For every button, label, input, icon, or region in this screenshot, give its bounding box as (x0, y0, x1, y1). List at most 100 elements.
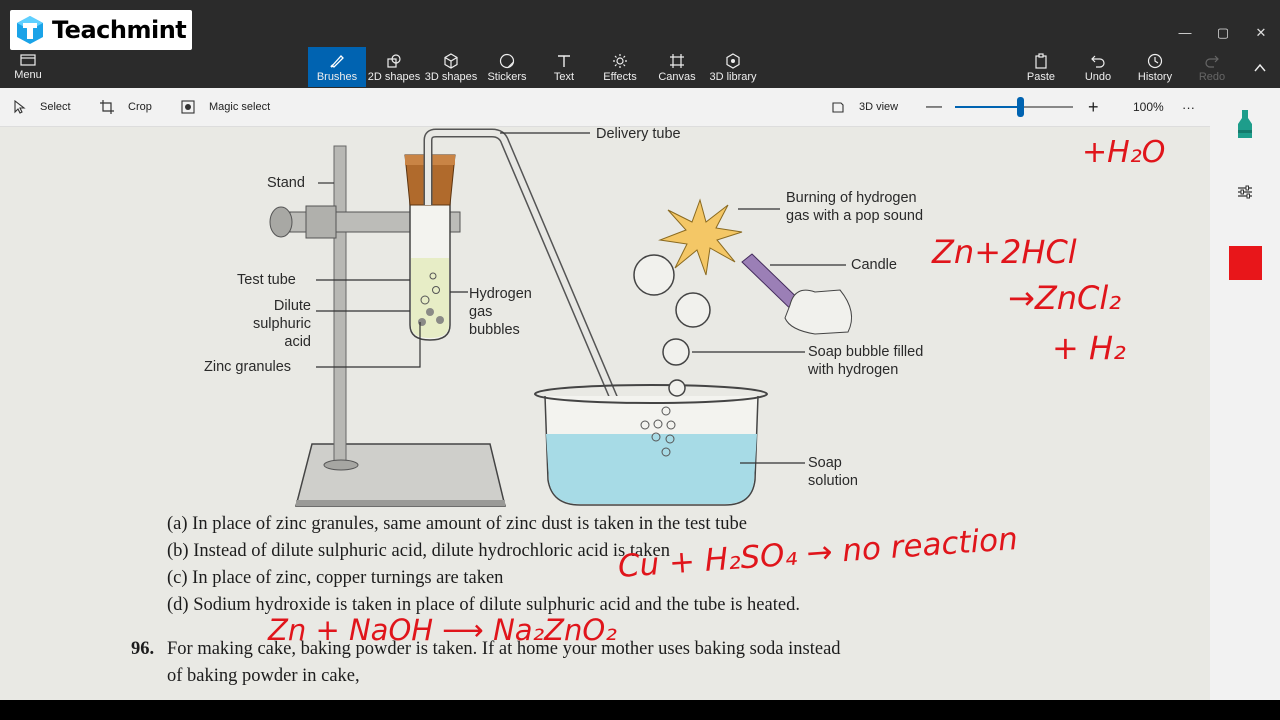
brush-icon (330, 55, 344, 68)
undo-label: Undo (1084, 71, 1112, 83)
label-line: solution (808, 473, 858, 489)
history-button[interactable]: History (1126, 47, 1184, 87)
minimize-button[interactable]: — (1170, 22, 1200, 44)
label-soap-solution: Soap solution (808, 454, 858, 490)
label-line: Soap (808, 455, 842, 471)
label-line: bubbles (469, 322, 520, 338)
bottom-bar (0, 700, 1280, 720)
redo-icon (1205, 55, 1219, 68)
tool-3d-shapes[interactable]: 3D shapes (422, 47, 480, 87)
tool-label: 3D shapes (424, 71, 478, 83)
tool-label: Stickers (487, 71, 527, 83)
label-candle: Candle (851, 257, 897, 273)
menu-button[interactable]: Menu (0, 47, 56, 87)
folder-icon (20, 54, 36, 66)
ink-equation-line-2: →ZnCl₂ (1008, 279, 1122, 317)
tool-label: 3D library (709, 71, 757, 83)
tool-canvas[interactable]: Canvas (648, 47, 706, 87)
logo-text: Teachmint (52, 16, 187, 44)
select-tool[interactable]: Select (14, 88, 71, 126)
text-icon (558, 55, 570, 67)
tool-2d-shapes[interactable]: 2D shapes (365, 47, 423, 87)
label-soap-bubble: Soap bubble filled with hydrogen (808, 343, 923, 379)
question-option-a: (a) In place of zinc granules, same amou… (167, 514, 747, 534)
right-side-panel (1210, 88, 1280, 700)
secondary-toolbar: Select Crop Magic select 3D view — + 100… (0, 88, 1210, 127)
label-burning-hydrogen: Burning of hydrogen gas with a pop sound (786, 189, 923, 225)
3d-view-toggle[interactable]: 3D view (831, 88, 898, 126)
crop-label: Crop (128, 101, 152, 113)
ribbon: Menu Brushes 2D shapes 3D shapes Sticker… (0, 46, 1280, 88)
zoom-slider-thumb[interactable] (1017, 97, 1024, 117)
title-bar: — ▢ ✕ (0, 0, 1280, 46)
redo-button[interactable]: Redo (1183, 47, 1241, 87)
stickers-icon (499, 53, 515, 69)
zoom-in-button[interactable]: + (1088, 88, 1099, 126)
zoom-out-button[interactable]: — (926, 88, 942, 126)
more-options-button[interactable]: ··· (1182, 88, 1195, 126)
question-option-c: (c) In place of zinc, copper turnings ar… (167, 568, 504, 588)
tool-label: Text (553, 71, 575, 83)
maximize-button[interactable]: ▢ (1208, 22, 1238, 44)
label-line: Hydrogen (469, 286, 532, 302)
paste-label: Paste (1026, 71, 1056, 83)
zoom-percentage[interactable]: 100% (1133, 88, 1164, 126)
magic-select-label: Magic select (209, 101, 271, 113)
ink-equation-line-3: + H₂ (1052, 329, 1126, 367)
chevron-up-icon (1254, 63, 1266, 72)
tool-text[interactable]: Text (535, 47, 593, 87)
label-zinc-granules: Zinc granules (204, 359, 292, 375)
tool-stickers[interactable]: Stickers (478, 47, 536, 87)
tool-brushes[interactable]: Brushes (308, 47, 366, 87)
close-button[interactable]: ✕ (1246, 22, 1276, 44)
undo-button[interactable]: Undo (1069, 47, 1127, 87)
label-hydrogen-bubbles: Hydrogen gas bubbles (469, 285, 532, 339)
drawing-canvas[interactable]: Delivery tube Stand Test tube Dilute sul… (0, 127, 1210, 700)
3d-library-icon (726, 53, 740, 69)
label-line: Soap bubble filled (808, 344, 924, 360)
cursor-icon (14, 100, 26, 114)
magic-select-tool[interactable]: Magic select (181, 88, 270, 126)
tool-label: 2D shapes (367, 71, 421, 83)
label-line: gas (469, 304, 493, 320)
label-dilute-acid: Dilute sulphuric acid (236, 297, 311, 351)
tool-label: Canvas (658, 71, 696, 83)
paste-icon (1035, 53, 1047, 69)
effects-icon (613, 54, 627, 68)
label-line: gas with a pop sound (786, 208, 924, 224)
zoom-slider[interactable] (955, 88, 1073, 126)
marker-icon[interactable] (1235, 108, 1255, 140)
label-line: with hydrogen (808, 362, 899, 378)
tool-effects[interactable]: Effects (591, 47, 649, 87)
ink-water-product: +H₂O (1082, 135, 1166, 170)
redo-label: Redo (1198, 71, 1226, 83)
select-label: Select (40, 101, 71, 113)
teachmint-logo-icon (17, 16, 43, 44)
3d-view-label: 3D view (859, 101, 899, 113)
label-test-tube: Test tube (237, 272, 296, 288)
history-icon (1147, 53, 1163, 69)
active-color-swatch[interactable] (1229, 246, 1262, 280)
label-line: acid (284, 334, 311, 350)
menu-label: Menu (14, 69, 42, 81)
paste-button[interactable]: Paste (1012, 47, 1070, 87)
tool-3d-library[interactable]: 3D library (704, 47, 762, 87)
3d-view-icon (832, 102, 844, 113)
question-option-b: (b) Instead of dilute sulphuric acid, di… (167, 541, 670, 561)
question-96-number: 96. (131, 639, 155, 659)
label-stand: Stand (267, 175, 305, 191)
collapse-ribbon-button[interactable] (1240, 47, 1280, 87)
tool-label: Brushes (316, 71, 358, 83)
canvas-icon (670, 54, 684, 68)
ink-equation-line-1: Zn+2HCl (932, 233, 1077, 271)
crop-tool[interactable]: Crop (100, 88, 152, 126)
undo-icon (1091, 55, 1105, 68)
crop-icon (100, 100, 114, 114)
2d-shapes-icon (387, 54, 401, 68)
3d-shapes-icon (444, 53, 458, 69)
brush-settings-icon[interactable] (1237, 184, 1253, 200)
history-label: History (1137, 71, 1173, 83)
label-line: Burning of hydrogen (786, 190, 917, 206)
tool-label: Effects (603, 71, 637, 83)
teachmint-logo: Teachmint (10, 10, 192, 50)
